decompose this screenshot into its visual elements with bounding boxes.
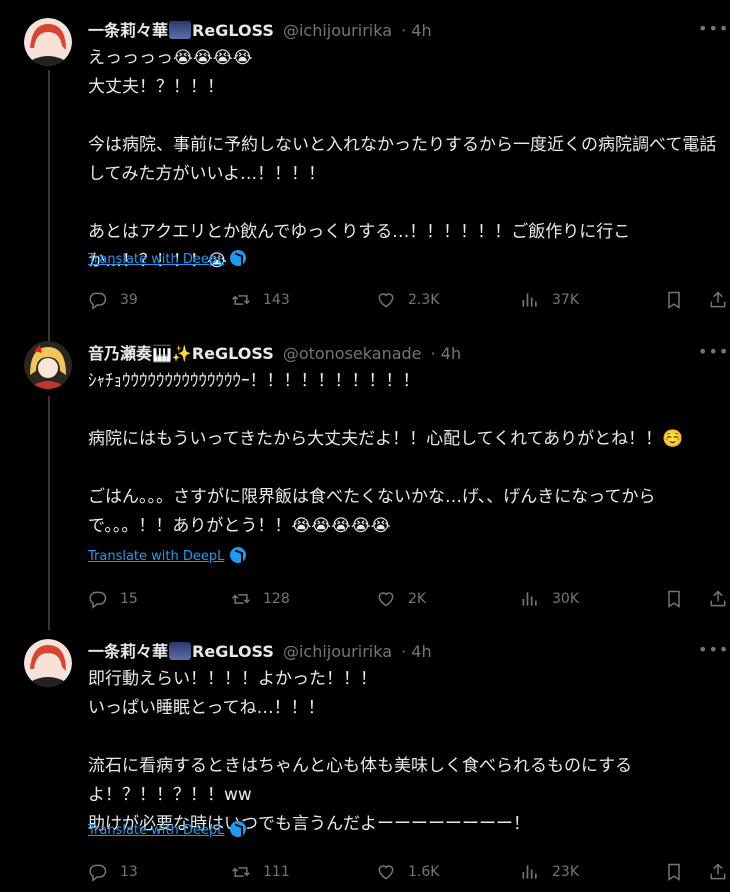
more-options-icon[interactable]: •••	[698, 341, 728, 367]
brand-name[interactable]: ReGLOSS	[192, 642, 274, 661]
bookmark-icon	[668, 291, 680, 309]
bookmark-icon	[668, 863, 680, 881]
tweet[interactable]: 一条莉々華 ReGLOSS @ichijouririka · 4h ••• 即行動…	[0, 639, 730, 889]
brand-name[interactable]: ReGLOSS	[192, 344, 274, 363]
avatar[interactable]	[24, 639, 72, 687]
like-button[interactable]: 2K	[376, 587, 426, 611]
repost-icon	[232, 295, 250, 305]
city-emoji-icon	[169, 642, 192, 660]
translate-label[interactable]: Translate with DeepL	[88, 252, 224, 267]
heart-icon	[378, 592, 394, 607]
translate-link[interactable]: Translate with DeepL	[88, 821, 247, 841]
views-button[interactable]: 37K	[520, 288, 579, 312]
tweet[interactable]: 一条莉々華 ReGLOSS @ichijouririka · 4h ••• えっっ…	[0, 18, 730, 318]
like-button[interactable]: 2.3K	[376, 288, 439, 312]
more-options-icon[interactable]: •••	[698, 18, 728, 44]
tweet[interactable]: 音乃瀬奏🎹✨ReGLOSS @otonosekanade · 4h ••• ｼｬ…	[0, 341, 730, 621]
deepl-icon	[230, 821, 247, 837]
share-button[interactable]	[708, 288, 730, 312]
reply-icon	[89, 292, 107, 310]
deepl-icon	[230, 547, 247, 563]
city-emoji-icon	[169, 21, 192, 39]
views-icon	[522, 592, 537, 606]
reply-button[interactable]: 13	[88, 860, 138, 884]
reply-count: 13	[120, 864, 138, 880]
user-handle[interactable]: @ichijouririka	[283, 21, 392, 40]
reply-icon	[89, 864, 107, 882]
reply-count: 15	[120, 591, 138, 607]
tweet-text: ｼｬﾁｮｳｳｳｳｳｳｳｳｳｳｳｳｳｳｰ！！！！！！！！！！ 病院にはもういってき…	[88, 371, 684, 536]
translate-label[interactable]: Translate with DeepL	[88, 549, 224, 564]
views-button[interactable]: 23K	[520, 860, 579, 884]
views-icon	[522, 293, 537, 307]
avatar[interactable]	[24, 341, 72, 389]
tweet-header: 一条莉々華 ReGLOSS @ichijouririka · 4h	[88, 18, 432, 44]
display-name[interactable]: 音乃瀬奏🎹✨	[88, 344, 192, 363]
translate-link[interactable]: Translate with DeepL	[88, 250, 247, 270]
translate-link[interactable]: Translate with DeepL	[88, 547, 247, 567]
reply-count: 39	[120, 292, 138, 308]
repost-count: 143	[263, 292, 290, 308]
share-button[interactable]	[708, 860, 730, 884]
repost-button[interactable]: 128	[231, 587, 290, 611]
timestamp[interactable]: 4h	[441, 344, 461, 363]
tweet-text: 即行動えらい！！！！よかった！！！ いっぱい睡眠とってね…！！！ 流石に看病する…	[88, 669, 633, 834]
view-count: 30K	[552, 591, 579, 607]
timestamp[interactable]: 4h	[411, 642, 431, 661]
reply-icon	[89, 591, 107, 609]
bookmark-button[interactable]	[664, 587, 696, 611]
heart-icon	[378, 293, 394, 308]
view-count: 37K	[552, 292, 579, 308]
reply-button[interactable]: 39	[88, 288, 138, 312]
deepl-icon	[230, 250, 247, 266]
share-icon	[710, 863, 726, 880]
separator-dot: ·	[401, 21, 407, 40]
bookmark-button[interactable]	[664, 860, 696, 884]
like-button[interactable]: 1.6K	[376, 860, 439, 884]
brand-name[interactable]: ReGLOSS	[192, 21, 274, 40]
share-icon	[710, 291, 726, 308]
separator-dot: ·	[401, 642, 407, 661]
view-count: 23K	[552, 864, 579, 880]
display-name[interactable]: 一条莉々華	[88, 21, 168, 40]
repost-count: 128	[263, 591, 290, 607]
tweet-text: えっっっっ😭😭😭😭 大丈夫！？！！！ 今は病院、事前に予約しないと入れなかったり…	[88, 48, 717, 271]
like-count: 2.3K	[408, 292, 440, 308]
heart-icon	[378, 865, 394, 880]
like-count: 2K	[408, 591, 427, 607]
share-icon	[710, 590, 726, 607]
tweet-header: 一条莉々華 ReGLOSS @ichijouririka · 4h	[88, 639, 432, 665]
user-handle[interactable]: @otonosekanade	[283, 344, 422, 363]
avatar[interactable]	[24, 18, 72, 66]
action-bar: 15 128 2K 30K	[0, 587, 730, 611]
separator-dot: ·	[430, 344, 436, 363]
repost-button[interactable]: 111	[231, 860, 290, 884]
bookmark-button[interactable]	[664, 288, 696, 312]
timestamp[interactable]: 4h	[411, 21, 431, 40]
reply-button[interactable]: 15	[88, 587, 138, 611]
repost-icon	[232, 867, 250, 877]
action-bar: 13 111 1.6K 23K	[0, 860, 730, 884]
views-button[interactable]: 30K	[520, 587, 579, 611]
bookmark-icon	[668, 590, 680, 608]
user-handle[interactable]: @ichijouririka	[283, 642, 392, 661]
share-button[interactable]	[708, 587, 730, 611]
repost-count: 111	[263, 864, 290, 880]
tweet-header: 音乃瀬奏🎹✨ReGLOSS @otonosekanade · 4h	[88, 341, 461, 367]
like-count: 1.6K	[408, 864, 440, 880]
repost-button[interactable]: 143	[231, 288, 290, 312]
repost-icon	[232, 594, 250, 604]
more-options-icon[interactable]: •••	[698, 639, 728, 665]
display-name[interactable]: 一条莉々華	[88, 642, 168, 661]
views-icon	[522, 865, 537, 879]
translate-label[interactable]: Translate with DeepL	[88, 823, 224, 838]
action-bar: 39 143 2.3K 37K	[0, 288, 730, 312]
